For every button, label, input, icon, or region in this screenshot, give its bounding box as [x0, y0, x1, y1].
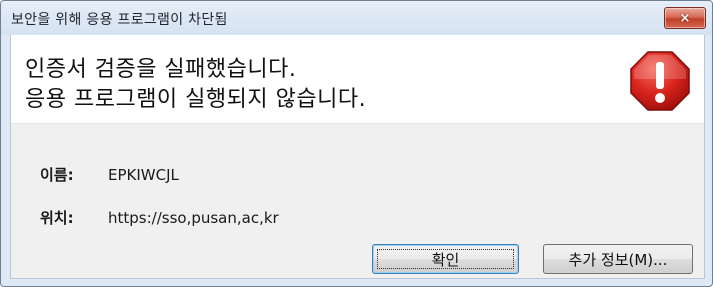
location-value: https://sso,pusan,ac,kr	[108, 209, 279, 227]
exclamation-octagon-icon	[630, 51, 690, 111]
blocked-app-dialog: 보안을 위해 응용 프로그램이 차단됨 × 인증서 검증을 실패했습니다. 응용…	[0, 0, 713, 287]
ok-button[interactable]: 확인	[372, 244, 519, 274]
details-area: 이름: EPKIWCJL 위치: https://sso,pusan,ac,kr 확…	[11, 124, 704, 278]
window-title: 보안을 위해 응용 프로그램이 차단됨	[11, 12, 228, 28]
name-row: 이름: EPKIWCJL	[40, 164, 179, 185]
more-info-button[interactable]: 추가 정보(M)...	[543, 244, 693, 274]
dialog-content: 인증서 검증을 실패했습니다. 응용 프로그램이 실행되지 않습니다. 이름: …	[10, 35, 705, 279]
name-value: EPKIWCJL	[108, 166, 179, 184]
location-row: 위치: https://sso,pusan,ac,kr	[40, 207, 279, 228]
focus-ring	[377, 249, 514, 269]
title-bar[interactable]: 보안을 위해 응용 프로그램이 차단됨 ×	[1, 1, 712, 35]
message-header: 인증서 검증을 실패했습니다. 응용 프로그램이 실행되지 않습니다.	[11, 35, 704, 124]
more-info-button-label: 추가 정보(M)...	[568, 250, 668, 269]
main-message: 인증서 검증을 실패했습니다. 응용 프로그램이 실행되지 않습니다.	[25, 55, 366, 115]
close-button[interactable]: ×	[664, 7, 706, 29]
name-label: 이름:	[40, 166, 74, 184]
message-line-1: 인증서 검증을 실패했습니다.	[25, 57, 297, 82]
message-line-2: 응용 프로그램이 실행되지 않습니다.	[25, 87, 367, 112]
close-icon: ×	[679, 10, 691, 26]
location-label: 위치:	[40, 209, 74, 227]
